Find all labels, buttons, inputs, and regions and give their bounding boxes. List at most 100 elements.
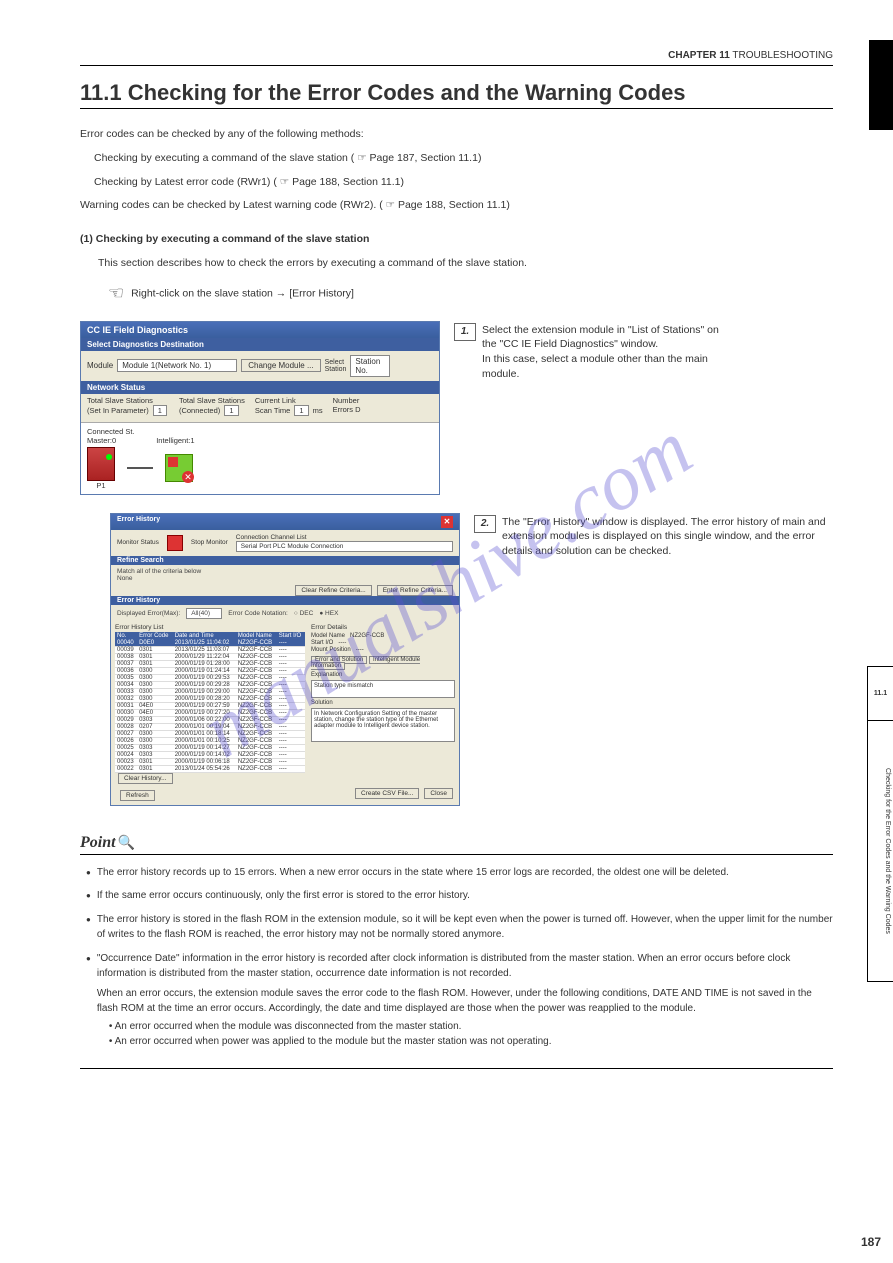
create-csv-button[interactable]: Create CSV File... <box>355 788 419 799</box>
table-cell: 00036 <box>115 667 137 674</box>
table-cell: ---- <box>277 716 305 723</box>
table-row[interactable]: 0003503002000/01/19 00:29:53NZ2GF-CCB---… <box>115 674 305 681</box>
table-row[interactable]: 0003703012000/01/19 01:28:00NZ2GF-CCB---… <box>115 660 305 667</box>
clear-history-button[interactable]: Clear History... <box>118 773 173 784</box>
table-row[interactable]: 0002603002000/01/01 00:10:25NZ2GF-CCB---… <box>115 737 305 744</box>
master-node[interactable]: P1 <box>87 447 115 490</box>
table-row[interactable]: 0002203012013/01/24 05:54:26NZ2GF-CCB---… <box>115 765 305 772</box>
module-label: Module <box>87 361 113 370</box>
table-cell: 00026 <box>115 737 137 744</box>
stop-monitor-icon[interactable] <box>167 535 183 551</box>
table-cell: ---- <box>277 688 305 695</box>
table-row[interactable]: 0002903032000/01/06 00:22:00NZ2GF-CCB---… <box>115 716 305 723</box>
conn-channel-label: Connection Channel List <box>236 534 453 541</box>
table-row[interactable]: 0003903012013/01/25 11:03:07NZ2GF-CCB---… <box>115 646 305 653</box>
hex-radio[interactable]: ● HEX <box>319 610 338 617</box>
point-item-3: The error history is stored in the flash… <box>97 912 833 943</box>
table-row[interactable]: 0002703002000/01/01 00:18:14NZ2GF-CCB---… <box>115 730 305 737</box>
table-cell: 2000/01/19 00:28:20 <box>173 695 236 702</box>
table-cell: 0207 <box>137 723 173 730</box>
table-cell: 00027 <box>115 730 137 737</box>
table-row[interactable]: 0003104E02000/01/19 00:27:59NZ2GF-CCB---… <box>115 702 305 709</box>
error-table[interactable]: No.Error CodeDate and TimeModel NameStar… <box>115 632 305 773</box>
table-cell: 00032 <box>115 695 137 702</box>
side-index-text-cell: Checking for the Error Codes and the War… <box>868 721 893 981</box>
table-cell: NZ2GF-CCB <box>236 660 277 667</box>
change-module-button[interactable]: Change Module ... <box>241 359 320 372</box>
point-item-2: If the same error occurs continuously, o… <box>97 888 470 904</box>
subsection-desc: This section describes how to check the … <box>80 256 833 272</box>
table-row[interactable]: 0002503032000/01/19 00:14:27NZ2GF-CCB---… <box>115 744 305 751</box>
table-cell: 00040 <box>115 640 137 647</box>
table-cell: 0301 <box>137 653 173 660</box>
table-cell: 2000/01/01 00:19:04 <box>173 723 236 730</box>
stop-monitor-text: Stop Monitor <box>191 539 228 546</box>
close-icon[interactable]: ✕ <box>441 516 453 528</box>
table-cell: 00038 <box>115 653 137 660</box>
table-row[interactable]: 0003004E02000/01/19 00:27:20NZ2GF-CCB---… <box>115 709 305 716</box>
table-cell: 2000/01/19 00:29:53 <box>173 674 236 681</box>
table-cell: 0301 <box>137 646 173 653</box>
master-label: Master:0 <box>87 436 116 445</box>
table-cell: 00037 <box>115 660 137 667</box>
page-content: CHAPTER 11 TROUBLESHOOTING 11.1 Checking… <box>0 0 893 1099</box>
table-cell: 2000/01/19 01:28:00 <box>173 660 236 667</box>
table-cell: 04E0 <box>137 709 173 716</box>
explanation-box: Station type mismatch <box>311 680 455 698</box>
warning-text: Warning codes can be checked by Latest w… <box>80 198 833 214</box>
table-row[interactable]: 0002802072000/01/01 00:19:04NZ2GF-CCB---… <box>115 723 305 730</box>
section-title: Checking for the Error Codes and the War… <box>128 80 686 105</box>
number-errors-col: Number Errors D <box>333 396 361 416</box>
table-row[interactable]: 0003403002000/01/19 00:29:28NZ2GF-CCB---… <box>115 681 305 688</box>
table-cell: 00025 <box>115 744 137 751</box>
table-cell: 0303 <box>137 751 173 758</box>
table-header: Error Code <box>137 632 173 640</box>
section-heading: 11.1 Checking for the Error Codes and th… <box>80 80 833 106</box>
clear-refine-button[interactable]: Clear Refine Criteria... <box>295 585 371 596</box>
table-header: Date and Time <box>173 632 236 640</box>
table-cell: ---- <box>277 667 305 674</box>
refresh-button[interactable]: Refresh <box>120 790 155 801</box>
point-label: Point <box>80 834 116 852</box>
side-index: 11.1 Checking for the Error Codes and th… <box>867 666 893 982</box>
module-field[interactable]: Module 1(Network No. 1) <box>117 359 237 372</box>
table-cell: 00029 <box>115 716 137 723</box>
enter-refine-button[interactable]: Enter Refine Criteria... <box>377 585 453 596</box>
table-cell: ---- <box>277 744 305 751</box>
table-cell: 2000/01/29 11:22:04 <box>173 653 236 660</box>
table-row[interactable]: 0003303002000/01/19 00:29:00NZ2GF-CCB---… <box>115 688 305 695</box>
table-cell: 2013/01/24 05:54:26 <box>173 765 236 772</box>
chapter-number: CHAPTER 11 <box>668 50 730 61</box>
conn-channel-field[interactable]: Serial Port PLC Module Connection <box>236 541 453 552</box>
table-row[interactable]: 0002303012000/01/19 00:06:18NZ2GF-CCB---… <box>115 758 305 765</box>
table-cell: NZ2GF-CCB <box>236 640 277 647</box>
table-row[interactable]: 0002403032000/01/19 00:14:02NZ2GF-CCB---… <box>115 751 305 758</box>
nav-line: ☜ Right-click on the slave station → [Er… <box>80 280 833 307</box>
table-cell: 00030 <box>115 709 137 716</box>
table-cell: 0301 <box>137 758 173 765</box>
link-scan-col: Current Link Scan Time 1 ms <box>255 396 323 416</box>
displayed-field[interactable]: All(40) <box>186 608 222 619</box>
table-cell: 00031 <box>115 702 137 709</box>
table-cell: 00035 <box>115 674 137 681</box>
error-details-label: Error Details <box>311 624 455 631</box>
page-number: 187 <box>861 1235 881 1249</box>
step-1-number: 1. <box>454 323 476 341</box>
intelligent-label: Intelligent:1 <box>156 436 194 445</box>
dec-radio[interactable]: ○ DEC <box>294 610 313 617</box>
table-header: Start I/O <box>277 632 305 640</box>
table-row[interactable]: 0003603002000/01/19 01:24:14NZ2GF-CCB---… <box>115 667 305 674</box>
station-field[interactable]: Station No. <box>350 355 390 377</box>
close-button[interactable]: Close <box>424 788 453 799</box>
error-history-list-label: Error History List <box>115 624 305 631</box>
table-cell: ---- <box>277 660 305 667</box>
table-row[interactable]: 0003803012000/01/29 11:22:04NZ2GF-CCB---… <box>115 653 305 660</box>
table-cell: NZ2GF-CCB <box>236 681 277 688</box>
intelligent-node[interactable] <box>165 454 193 482</box>
table-cell: 2000/01/19 00:14:27 <box>173 744 236 751</box>
table-row[interactable]: 0003203002000/01/19 00:28:20NZ2GF-CCB---… <box>115 695 305 702</box>
table-cell: NZ2GF-CCB <box>236 758 277 765</box>
screenshot-error-history: Error History ✕ Monitor Status Stop Moni… <box>80 507 460 818</box>
monitor-status-label: Monitor Status <box>117 539 159 546</box>
bullet-1: Checking by executing a command of the s… <box>80 151 833 167</box>
